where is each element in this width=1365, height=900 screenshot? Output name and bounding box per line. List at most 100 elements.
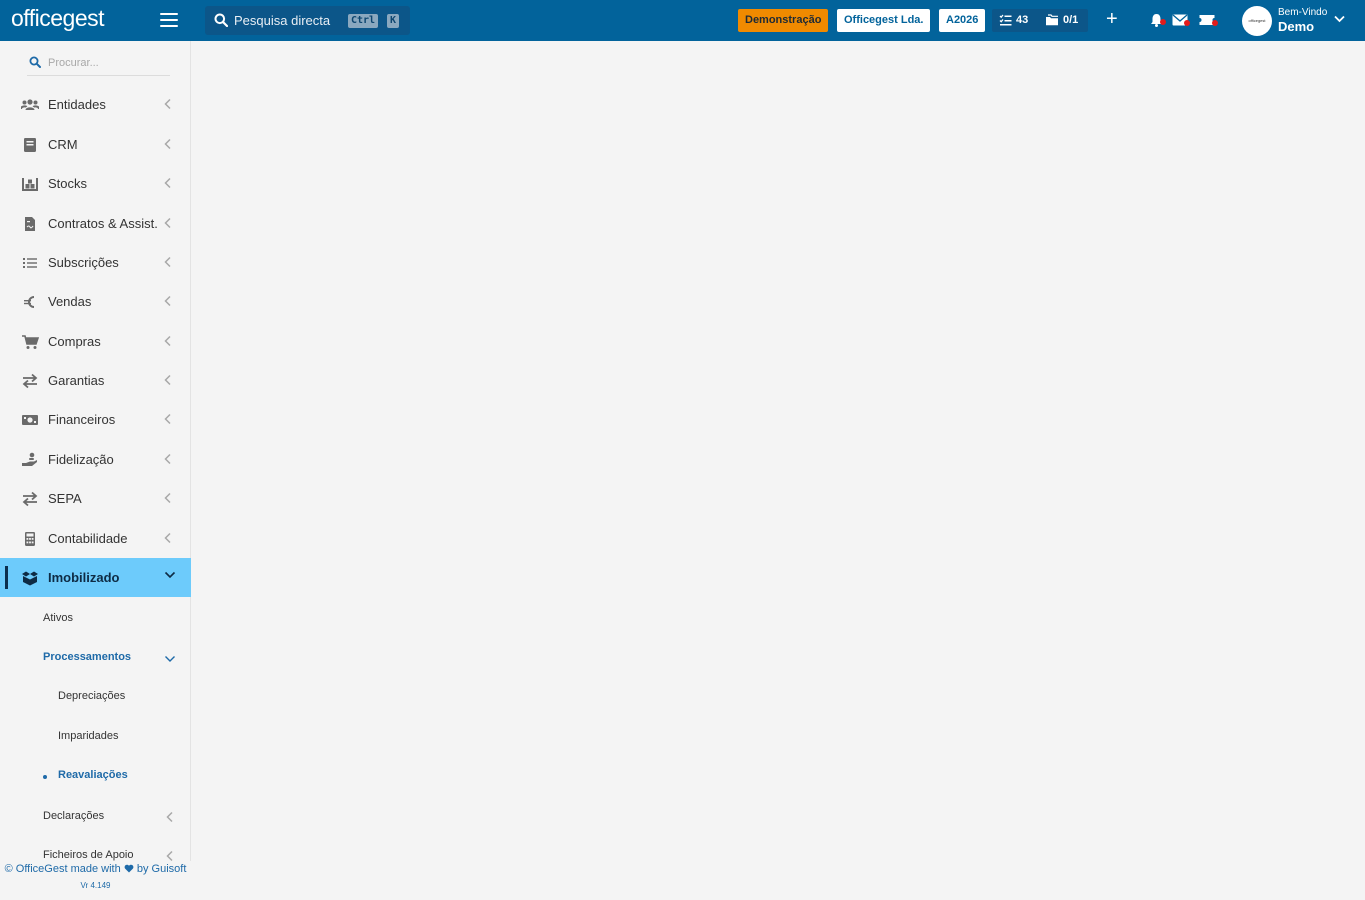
sidebar-subitem-imparidades[interactable]: Imparidades [0,722,191,752]
sidebar-search-placeholder: Procurar... [48,57,99,69]
sidebar-item-financeiros[interactable]: Financeiros [0,400,191,439]
sidebar-footer: © OfficeGest made with by Guisoft Vr 4.1… [0,861,191,900]
chevron-left-icon [164,98,171,110]
sidebar-item-label: Contratos & Assist. [48,216,158,231]
company-badge[interactable]: Officegest Lda. [837,9,931,32]
search-icon [214,13,228,27]
counters-group: 43 0/1 [992,9,1088,32]
subitem-label: Imparidades [58,730,119,742]
tasks-counter[interactable]: 43 [999,14,1028,26]
chevron-left-icon [164,138,171,150]
top-navbar: officegest Pesquisa directa Ctrl K Demon… [0,0,1365,41]
chevron-left-icon [164,374,171,386]
chevron-down-icon[interactable] [1334,15,1345,23]
tasks-count: 43 [1016,14,1029,26]
ticket-dot [1212,20,1218,26]
demo-badge[interactable]: Demonstração [738,9,829,32]
chevron-left-icon [164,413,171,425]
euro-icon [24,296,35,308]
subitem-label: Depreciações [58,690,126,702]
folders-counter[interactable]: 0/1 [1045,14,1078,26]
sidebar-item-sepa[interactable]: SEPA [0,479,191,518]
subitem-label: Processamentos [43,651,132,663]
chevron-left-icon [164,177,171,189]
guisoft-link[interactable]: by Guisoft [137,863,187,875]
boxes-icon [22,571,38,586]
sidebar-item-label: Subscrições [48,255,119,270]
tickets-button[interactable] [1199,13,1218,31]
avatar[interactable]: officegest [1242,6,1272,36]
add-icon[interactable]: + [1106,9,1118,29]
sidebar-item-subscricoes[interactable]: Subscrições [0,243,191,282]
sidebar-subitem-ativos[interactable]: Ativos [0,604,191,634]
welcome-text: Bem-Vindo [1278,7,1328,18]
sidebar-item-label: CRM [48,137,78,152]
sidebar-search-input[interactable]: Procurar... [27,53,170,76]
chevron-left-icon [164,532,171,544]
credit-prefix: © OfficeGest made with [4,863,121,875]
money-icon [22,415,38,425]
officegest-logo[interactable]: officegest [11,3,105,33]
sidebar-item-label: Imobilizado [48,570,120,585]
sidebar-item-contabilidade[interactable]: Contabilidade [0,519,191,558]
contract-icon [25,217,35,231]
book-icon [24,138,36,152]
sidebar-item-imobilizado[interactable]: Imobilizado [0,558,191,597]
sidebar-item-stocks[interactable]: Stocks [0,164,191,203]
chevron-left-icon [164,217,171,229]
chevron-left-icon [166,811,173,823]
main-content [192,41,1365,900]
tasks-icon [999,14,1012,26]
warehouse-icon [22,178,38,191]
message-dot [1184,20,1190,26]
chevron-left-icon [164,492,171,504]
sidebar-item-fidelizacao[interactable]: Fidelização [0,440,191,479]
chevron-left-icon [164,295,171,307]
shortcut-k-key: K [387,14,400,28]
chevron-left-icon [164,453,171,465]
sidebar-item-label: Entidades [48,97,106,112]
sidebar-item-label: Stocks [48,176,88,191]
global-search-placeholder: Pesquisa directa [234,13,331,28]
username[interactable]: Demo [1278,19,1314,34]
chevron-down-icon [164,571,176,579]
folders-count: 0/1 [1063,14,1079,26]
sidebar-item-compras[interactable]: Compras [0,322,191,361]
sidebar-item-label: Compras [48,334,101,349]
sidebar-subitem-declaracoes[interactable]: Declarações [0,802,191,832]
notification-dot [1160,19,1166,25]
sidebar-subitem-reavaliacoes[interactable]: Reavaliações [0,761,191,791]
chevron-left-icon [164,256,171,268]
sidebar-item-vendas[interactable]: Vendas [0,282,191,321]
shortcut-ctrl-key: Ctrl [348,14,379,28]
cart-icon [22,335,39,349]
folders-icon [1046,14,1058,26]
active-bullet-icon [43,775,47,779]
subitem-label: Reavaliações [58,769,128,781]
sidebar-item-crm[interactable]: CRM [0,125,191,164]
users-icon [21,99,39,110]
year-badge[interactable]: A2026 [939,9,986,32]
version-label: Vr 4.149 [80,881,111,890]
sidebar-item-entidades[interactable]: Entidades [0,85,191,124]
exchange-icon [22,491,38,507]
sidebar-subitem-processamentos[interactable]: Processamentos [0,643,191,673]
subitem-label: Ativos [43,612,73,624]
sidebar-item-label: Vendas [48,294,92,309]
sidebar-item-label: Contabilidade [48,531,128,546]
sidebar-item-label: Fidelização [48,452,114,467]
messages-envelope[interactable] [1172,13,1190,31]
sidebar-subitem-depreciacoes[interactable]: Depreciações [0,682,191,712]
heart-icon [124,864,134,873]
sidebar-item-label: SEPA [48,491,82,506]
menu-toggle-icon[interactable] [160,13,178,27]
hand-coins-icon [22,452,37,466]
global-search-input[interactable]: Pesquisa directa Ctrl K [205,6,410,35]
sidebar: Procurar... Entidades CRM Stocks Contrat… [0,41,191,900]
sidebar-item-contratos[interactable]: Contratos & Assist. [0,204,191,243]
search-icon [29,56,41,68]
exchange-icon [22,373,38,389]
sidebar-item-label: Garantias [48,373,105,388]
notifications-bell[interactable] [1150,13,1166,32]
sidebar-item-garantias[interactable]: Garantias [0,361,191,400]
